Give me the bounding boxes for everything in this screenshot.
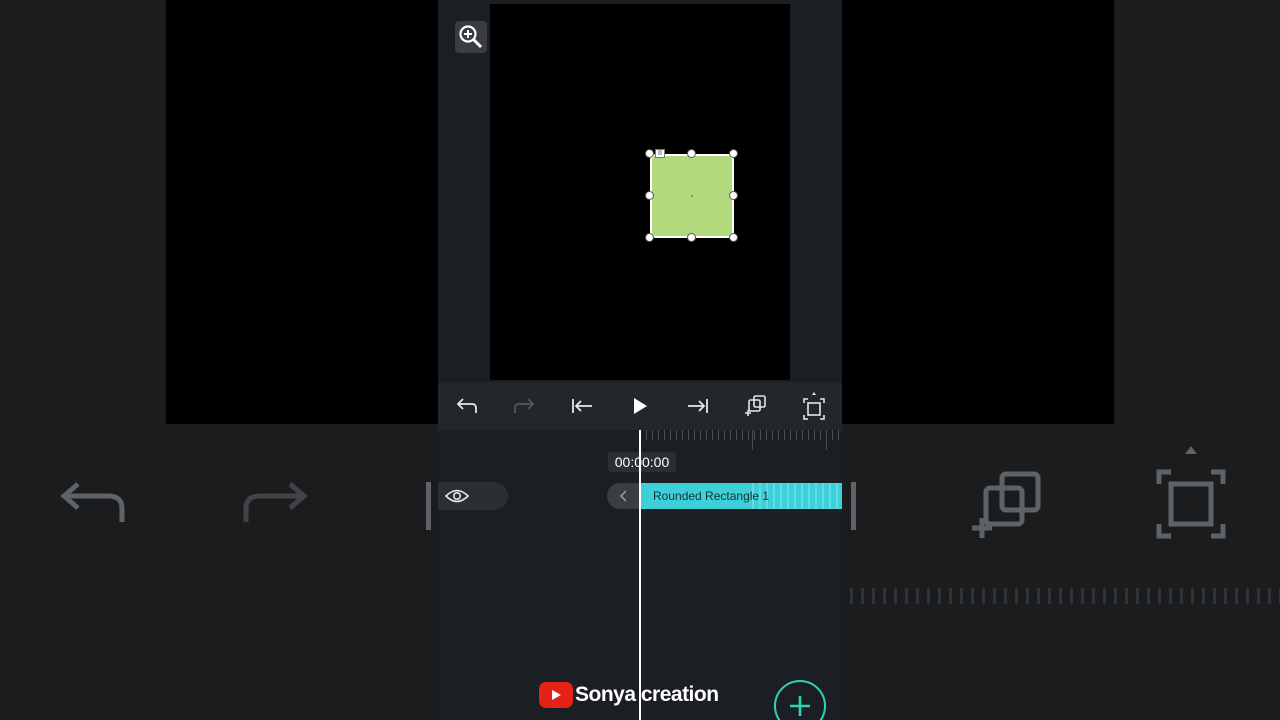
playhead[interactable] bbox=[639, 430, 641, 720]
skip-to-end-button[interactable] bbox=[682, 392, 714, 420]
duplicate-icon bbox=[745, 395, 766, 416]
timeline[interactable]: 00:00:00 Rounded Rectangle 1 bbox=[438, 430, 842, 720]
skip-to-end-icon bbox=[688, 399, 708, 413]
channel-watermark: Sonya creation bbox=[539, 680, 719, 710]
duplicate-button[interactable] bbox=[740, 392, 772, 420]
rounded-rectangle-shape[interactable] bbox=[650, 154, 734, 238]
background-canvas-right bbox=[842, 0, 1114, 424]
fit-to-screen-icon bbox=[803, 392, 825, 420]
undo-icon bbox=[456, 398, 477, 413]
clip-label: Rounded Rectangle 1 bbox=[653, 489, 770, 503]
clip-collapse-button[interactable] bbox=[607, 483, 641, 509]
skip-to-start-icon bbox=[572, 399, 592, 413]
preview-canvas[interactable]: II bbox=[490, 4, 790, 380]
preview-area: II bbox=[438, 0, 842, 382]
resize-handle-bottom-center[interactable] bbox=[687, 233, 696, 242]
background-ruler bbox=[850, 588, 1280, 604]
resize-handle-middle-right[interactable] bbox=[729, 191, 738, 200]
resize-handle-middle-left[interactable] bbox=[645, 191, 654, 200]
resize-handle-top-right[interactable] bbox=[729, 149, 738, 158]
timeline-clip[interactable]: Rounded Rectangle 1 bbox=[639, 483, 842, 509]
current-time: 00:00:00 bbox=[608, 452, 676, 472]
undo-button[interactable] bbox=[451, 392, 483, 420]
redo-icon bbox=[514, 398, 535, 413]
visibility-toggle[interactable] bbox=[438, 482, 508, 510]
resize-handle-top-left[interactable] bbox=[645, 149, 654, 158]
resize-handle-bottom-right[interactable] bbox=[729, 233, 738, 242]
timeline-ruler bbox=[640, 430, 842, 440]
youtube-icon bbox=[539, 682, 573, 708]
chevron-left-icon bbox=[619, 490, 627, 502]
background-divider-right bbox=[851, 482, 856, 530]
eye-icon bbox=[445, 489, 469, 503]
background-divider-left bbox=[426, 482, 431, 530]
redo-button[interactable] bbox=[508, 392, 540, 420]
zoom-icon bbox=[459, 25, 483, 49]
ruler-major-tick bbox=[752, 430, 753, 450]
background-canvas-left bbox=[166, 0, 438, 424]
play-button[interactable] bbox=[624, 392, 656, 420]
skip-to-start-button[interactable] bbox=[566, 392, 598, 420]
resize-handle-top-center[interactable] bbox=[687, 149, 696, 158]
background-fit-icon bbox=[1156, 446, 1226, 539]
resize-handle-bottom-left[interactable] bbox=[645, 233, 654, 242]
background-duplicate-icon bbox=[972, 471, 1041, 538]
zoom-button[interactable] bbox=[455, 21, 487, 53]
background-redo-icon bbox=[243, 482, 308, 522]
ruler-major-tick bbox=[826, 430, 827, 450]
fit-to-screen-button[interactable] bbox=[798, 392, 830, 420]
play-icon bbox=[634, 398, 647, 414]
watermark-text: Sonya creation bbox=[575, 683, 719, 706]
shape-center-point bbox=[691, 195, 693, 197]
playback-toolbar bbox=[438, 382, 842, 430]
editor-panel: II 00:00:00 Rounded Rectangle 1 Sonya cr… bbox=[438, 0, 842, 720]
plus-icon bbox=[790, 696, 810, 716]
background-undo-icon bbox=[60, 482, 125, 522]
layer-badge: II bbox=[655, 149, 665, 158]
